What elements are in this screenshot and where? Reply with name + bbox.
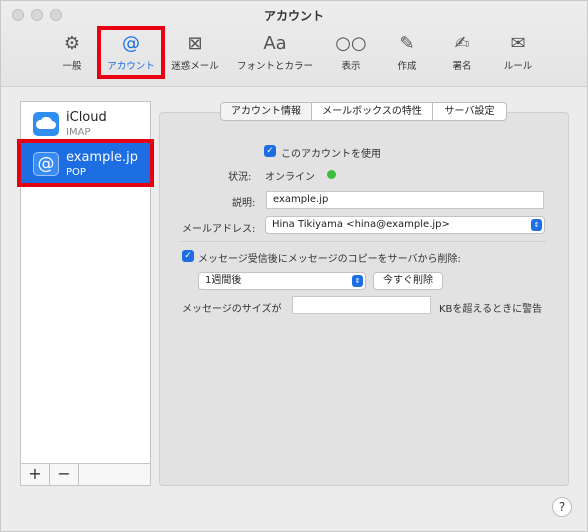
toolbar-general[interactable]: ⚙ 一般	[54, 32, 90, 80]
junk-trash-icon: ⊠	[187, 33, 203, 54]
remove-after-popup[interactable]: 1週間後 ⇕	[198, 272, 366, 290]
toolbar-composing[interactable]: ✎ 作成	[387, 32, 427, 80]
enable-account-label: このアカウントを使用	[281, 149, 381, 160]
toolbar-label: 署名	[452, 61, 472, 72]
account-name: iCloud	[66, 110, 107, 125]
status-label: 状況:	[228, 172, 252, 183]
gear-icon: ⚙	[63, 33, 81, 54]
email-label: メールアドレス:	[182, 224, 256, 235]
size-warning-suffix: KBを超えるときに警告	[439, 304, 543, 315]
toolbar-signatures[interactable]: ✍ 署名	[442, 32, 482, 80]
toolbar-fonts-colors[interactable]: Aa フォントとカラー	[231, 32, 319, 80]
account-highlight-frame	[17, 139, 154, 187]
font-icon: Aa	[263, 33, 287, 54]
toolbar-rules[interactable]: ✉ ルール	[498, 32, 538, 80]
description-label: 説明:	[232, 198, 256, 209]
account-type: IMAP	[66, 127, 91, 138]
glasses-icon: ○○	[335, 33, 367, 54]
description-field[interactable]: example.jp	[266, 191, 544, 209]
help-button[interactable]: ?	[552, 497, 572, 517]
email-value: Hina Tikiyama <hina@example.jp>	[272, 219, 450, 230]
status-value: オンライン	[265, 172, 315, 183]
remove-now-button[interactable]: 今すぐ削除	[373, 272, 443, 290]
toolbar-viewing[interactable]: ○○ 表示	[331, 32, 371, 80]
remove-copy-checkbox[interactable]: ✓	[182, 250, 194, 262]
toolbar-label: フォントとカラー	[236, 61, 313, 72]
email-address-popup[interactable]: Hina Tikiyama <hina@example.jp> ⇕	[265, 216, 545, 234]
compose-icon: ✎	[399, 33, 415, 54]
section-divider	[181, 241, 546, 242]
toolbar-label: ルール	[503, 61, 533, 72]
enable-account-checkbox[interactable]: ✓	[264, 145, 276, 157]
tab-account-info[interactable]: アカウント情報	[220, 102, 312, 121]
add-account-button[interactable]: +	[21, 464, 50, 485]
titlebar: アカウント ⚙ 一般 @ アカウント ⊠ 迷惑メール Aa フォントとカラー ○…	[1, 1, 587, 87]
tab-mailbox-behaviors[interactable]: メールボックスの特性	[311, 102, 433, 121]
toolbar-junk[interactable]: ⊠ 迷惑メール	[167, 32, 223, 80]
size-warning-label: メッセージのサイズが	[182, 304, 282, 315]
signature-icon: ✍	[454, 33, 470, 54]
toolbar-label: 迷惑メール	[171, 61, 219, 72]
size-limit-field[interactable]	[292, 296, 431, 314]
window-title: アカウント	[263, 9, 324, 23]
remove-copy-label: メッセージ受信後にメッセージのコピーをサーバから削除:	[198, 254, 461, 265]
preferences-window: アカウント ⚙ 一般 @ アカウント ⊠ 迷惑メール Aa フォントとカラー ○…	[0, 0, 588, 532]
account-list-toolbar: + −	[20, 463, 151, 486]
remove-after-value: 1週間後	[205, 275, 242, 286]
toolbar-label: 表示	[341, 61, 361, 72]
account-item-icloud[interactable]: iCloud IMAP	[21, 103, 150, 143]
toolbar-highlight-frame	[97, 26, 165, 79]
chevron-updown-icon: ⇕	[352, 275, 363, 287]
cloud-icon	[33, 112, 59, 136]
toolbar-label: 作成	[397, 61, 417, 72]
chevron-updown-icon: ⇕	[531, 219, 542, 231]
tab-server-settings[interactable]: サーバ設定	[432, 102, 507, 121]
rules-icon: ✉	[510, 33, 526, 54]
toolbar-label: 一般	[62, 61, 82, 72]
remove-account-button[interactable]: −	[50, 464, 79, 485]
online-status-icon	[327, 170, 336, 179]
